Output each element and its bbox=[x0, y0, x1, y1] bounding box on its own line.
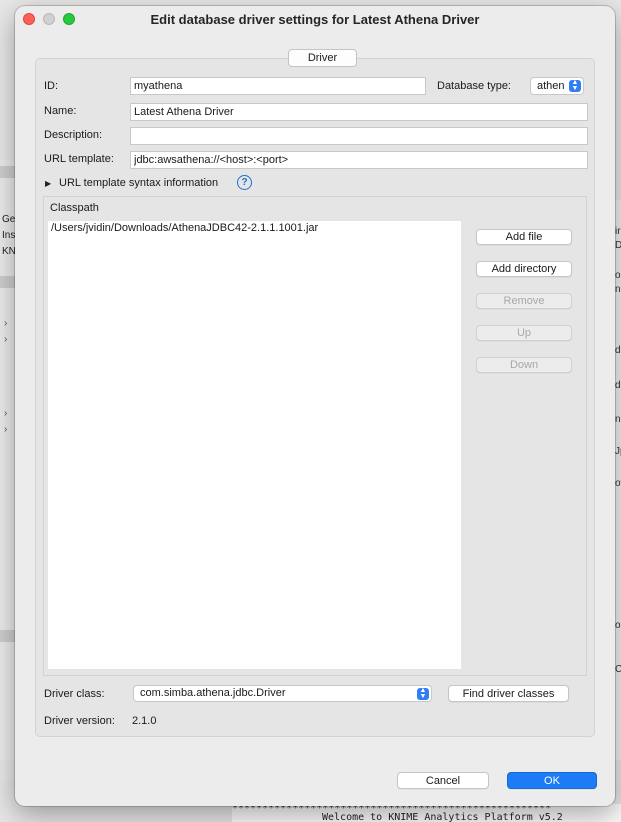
add-directory-button[interactable]: Add directory bbox=[476, 261, 572, 277]
background-text: Ins bbox=[2, 230, 16, 241]
up-button[interactable]: Up bbox=[476, 325, 572, 341]
driver-class-select[interactable]: com.simba.athena.jdbc.Driver ▲ ▼ bbox=[133, 685, 432, 702]
remove-button[interactable]: Remove bbox=[476, 293, 572, 309]
driver-version-value: 2.1.0 bbox=[132, 715, 157, 727]
dialog-title: Edit database driver settings for Latest… bbox=[150, 12, 480, 27]
background-text: ir bbox=[615, 226, 621, 237]
classpath-label: Classpath bbox=[50, 202, 99, 214]
add-file-button[interactable]: Add file bbox=[476, 229, 572, 245]
description-field[interactable] bbox=[130, 127, 588, 145]
database-type-label: Database type: bbox=[437, 80, 511, 92]
driver-settings-dialog: Edit database driver settings for Latest… bbox=[15, 6, 615, 806]
background-text: o bbox=[615, 270, 621, 281]
cancel-button[interactable]: Cancel bbox=[397, 772, 489, 789]
driver-version-label: Driver version: bbox=[44, 715, 115, 727]
select-arrows-icon: ▲ ▼ bbox=[417, 687, 429, 700]
find-driver-classes-button[interactable]: Find driver classes bbox=[448, 685, 569, 702]
background-text: Ge bbox=[2, 214, 16, 225]
background-text: d bbox=[615, 345, 621, 356]
tab-driver[interactable]: Driver bbox=[288, 49, 357, 67]
id-field[interactable] bbox=[130, 77, 426, 95]
title-bar: Edit database driver settings for Latest… bbox=[15, 6, 615, 34]
background-strip bbox=[0, 630, 16, 642]
chevron-right-icon: › bbox=[4, 424, 8, 435]
background-text: DE bbox=[615, 240, 621, 251]
disclosure-triangle-icon[interactable]: ▶ bbox=[45, 179, 51, 188]
background-text: op bbox=[615, 620, 621, 631]
background-strip bbox=[0, 166, 16, 178]
background-text: C bbox=[615, 664, 621, 675]
background-text: KN bbox=[2, 246, 16, 257]
background-strip bbox=[0, 276, 16, 288]
ok-button[interactable]: OK bbox=[507, 772, 597, 789]
help-icon[interactable]: ? bbox=[237, 175, 252, 190]
background-text: ne bbox=[615, 284, 621, 295]
url-syntax-info-toggle[interactable]: URL template syntax information bbox=[59, 177, 218, 189]
background-console: ****************************************… bbox=[232, 804, 621, 822]
console-line: Welcome to KNIME Analytics Platform v5.2 bbox=[322, 812, 563, 822]
background-left-panel: Ge Ins KN › › › › bbox=[0, 160, 16, 760]
database-type-select[interactable]: athen ▲ ▼ bbox=[530, 77, 584, 95]
background-text: d bbox=[615, 380, 621, 391]
down-button[interactable]: Down bbox=[476, 357, 572, 373]
background-text: ne bbox=[615, 414, 621, 425]
classpath-list-item[interactable]: /Users/jvidin/Downloads/AthenaJDBC42-2.1… bbox=[51, 222, 318, 234]
background-text: Jp bbox=[615, 446, 621, 457]
classpath-list[interactable]: /Users/jvidin/Downloads/AthenaJDBC42-2.1… bbox=[48, 221, 461, 669]
chevron-right-icon: › bbox=[4, 318, 8, 329]
background-text: ov bbox=[615, 478, 621, 489]
chevron-right-icon: › bbox=[4, 408, 8, 419]
database-type-value: athen bbox=[537, 80, 565, 92]
name-label: Name: bbox=[44, 105, 77, 117]
name-field[interactable] bbox=[130, 103, 588, 121]
driver-class-label: Driver class: bbox=[44, 688, 105, 700]
id-label: ID: bbox=[44, 80, 59, 92]
url-template-label: URL template: bbox=[44, 153, 114, 165]
chevron-right-icon: › bbox=[4, 334, 8, 345]
driver-class-value: com.simba.athena.jdbc.Driver bbox=[140, 687, 286, 699]
description-label: Description: bbox=[44, 129, 103, 141]
url-template-field[interactable] bbox=[130, 151, 588, 169]
select-arrows-icon: ▲ ▼ bbox=[569, 79, 581, 92]
